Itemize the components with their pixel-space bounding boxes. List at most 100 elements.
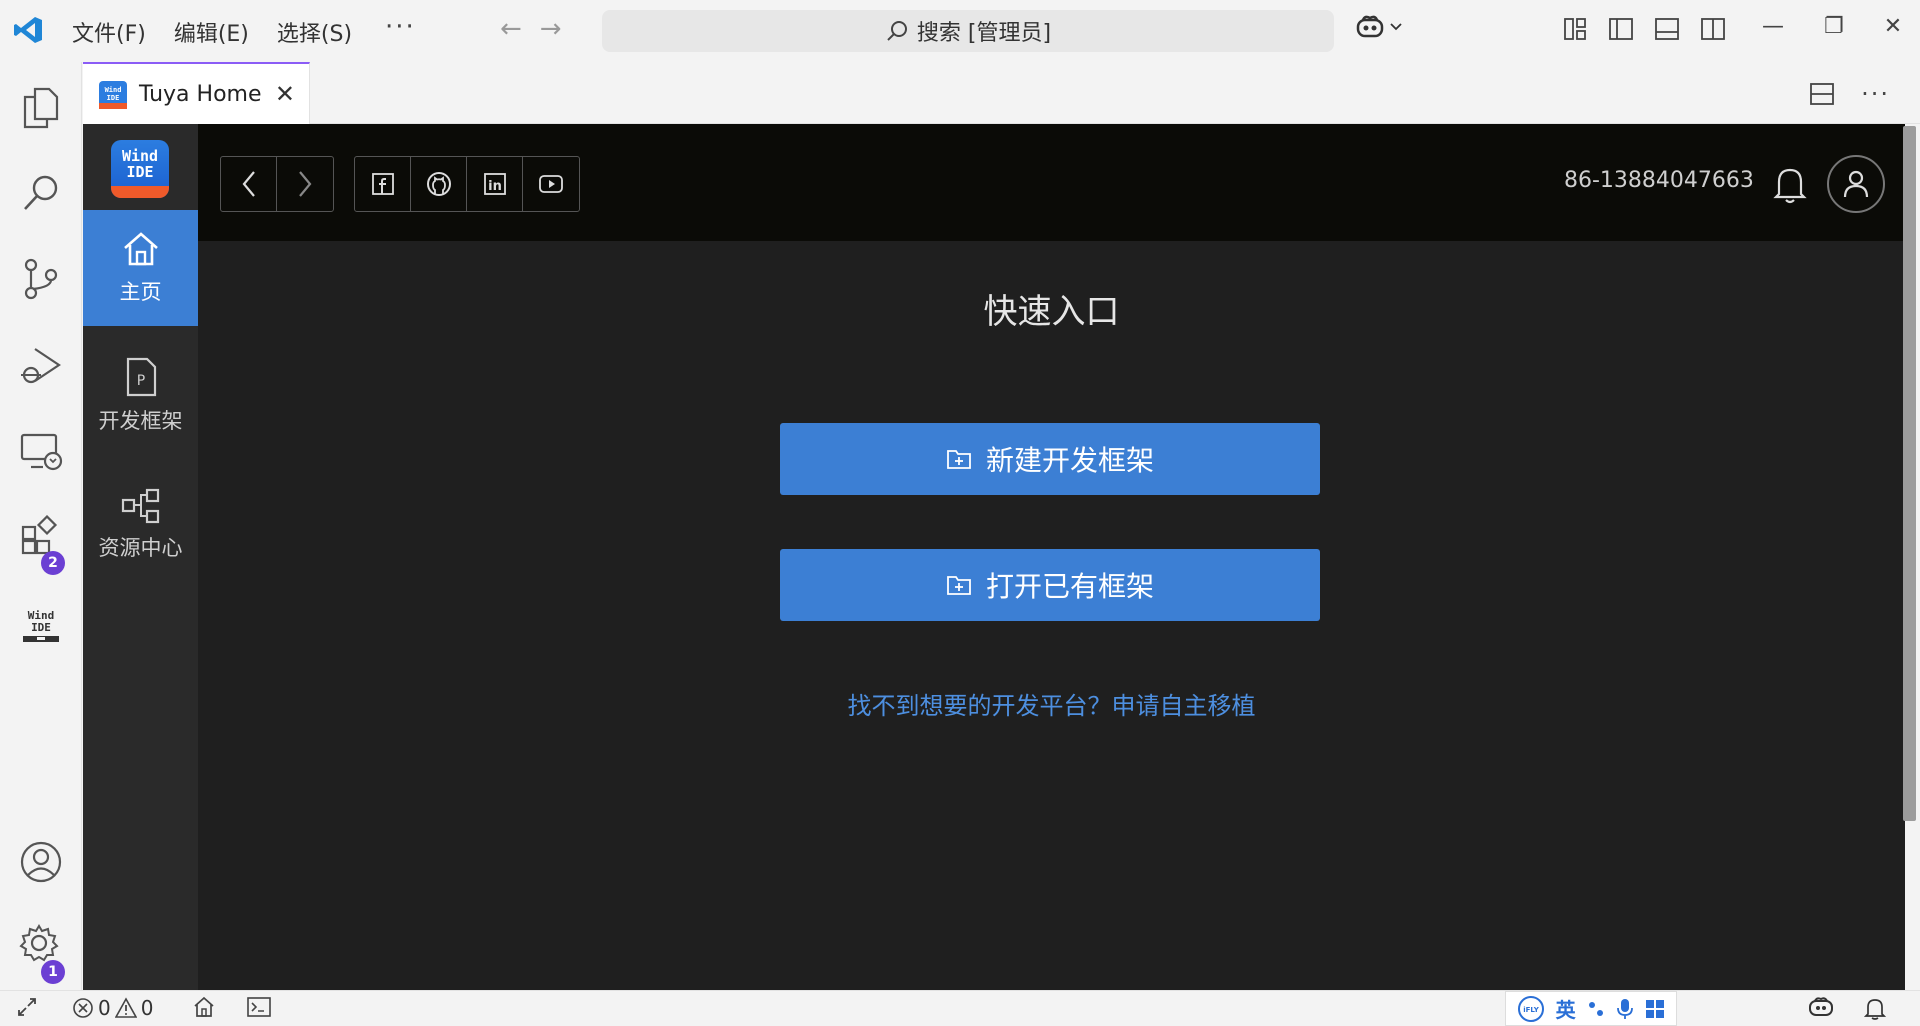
history-nav: ← → [500,14,562,44]
tuya-home-webview: Wind IDE 主页 P 开发框架 资源中心 in 86-13884047663 [83,124,1905,990]
menu-bar: 文件(F) 编辑(E) 选择(S) [72,16,352,48]
search-view-icon[interactable] [0,158,82,228]
webview-header: in 86-13884047663 [198,124,1905,241]
chevron-left-icon [242,171,255,197]
layout-controls [1562,16,1726,42]
accounts-icon[interactable] [0,827,82,897]
notifications-status-button[interactable] [1864,996,1886,1020]
forward-arrow-icon[interactable]: → [540,14,562,44]
copilot-status-button[interactable] [1808,996,1834,1018]
title-bar: 文件(F) 编辑(E) 选择(S) ··· ← → 搜索 [管理员] — ❐ ✕ [0,0,1920,62]
more-actions-icon[interactable]: ··· [1861,80,1890,108]
customize-layout-icon[interactable] [1562,16,1588,42]
youtube-link[interactable] [523,157,579,211]
toggle-primary-sidebar-icon[interactable] [1608,16,1634,42]
sidenav-label-home: 主页 [119,280,162,304]
menu-more-icon[interactable]: ··· [385,12,416,42]
source-control-icon[interactable] [0,244,82,314]
menu-file[interactable]: 文件(F) [72,16,146,48]
new-framework-label: 新建开发框架 [985,444,1154,477]
account-phone: 86-13884047663 [1564,168,1754,193]
linkedin-icon: in [483,173,506,195]
youtube-icon [539,175,563,193]
ime-language[interactable]: 英 [1556,994,1576,1023]
new-framework-button[interactable]: 新建开发框架 [780,423,1320,495]
home-status-button[interactable] [193,996,215,1018]
microphone-icon[interactable] [1616,998,1634,1020]
home-icon [123,232,158,266]
page-back-button[interactable] [221,157,277,211]
facebook-icon [371,173,394,195]
close-tab-icon[interactable]: ✕ [275,80,295,108]
wind-ide-icon[interactable]: Wind IDE [0,590,82,660]
editor-scrollbar-thumb[interactable] [1903,126,1916,821]
minimize-icon[interactable]: — [1762,14,1784,39]
run-debug-icon[interactable] [0,330,82,400]
status-bar: 0 0 iFLY 英 [0,990,1920,1026]
facebook-link[interactable] [355,157,411,211]
chevron-down-icon [1390,23,1402,31]
warning-icon [114,997,137,1018]
vscode-logo-icon[interactable] [12,14,44,46]
search-label: 搜索 [管理员] [916,21,1052,46]
copilot-icon [1809,997,1833,1016]
sidenav-item-framework[interactable]: P 开发框架 [83,338,198,454]
remote-indicator[interactable] [16,996,38,1018]
sidenav-item-resources[interactable]: 资源中心 [83,467,198,583]
svg-text:iFLY: iFLY [1523,1006,1540,1014]
user-avatar[interactable] [1827,155,1885,213]
editor-actions: ··· [1809,80,1890,108]
close-window-icon[interactable]: ✕ [1884,14,1902,39]
copilot-menu[interactable] [1355,14,1403,40]
activity-bar: 2 Wind IDE 1 [0,62,82,990]
sidenav-item-home[interactable]: 主页 [83,210,198,326]
settings-badge: 1 [41,960,65,984]
punctuation-icon[interactable] [1586,999,1606,1019]
page-title: 快速入口 [983,292,1120,332]
search-icon [887,21,907,41]
menu-edit[interactable]: 编辑(E) [174,16,249,48]
home-icon [194,996,214,1017]
svg-text:P: P [136,373,144,389]
command-center-search[interactable]: 搜索 [管理员] [602,10,1334,52]
bell-icon [1864,999,1886,1020]
menu-select[interactable]: 选择(S) [277,16,352,48]
document-p-icon: P [126,357,156,397]
back-arrow-icon[interactable]: ← [500,14,522,44]
sidenav-label-framework: 开发框架 [98,409,183,433]
tab-label: Tuya Home [139,82,262,107]
window-controls: — ❐ ✕ [1762,14,1902,39]
wind-ide-tab-icon: WindIDE [99,80,127,109]
hierarchy-icon [121,488,159,524]
explorer-icon[interactable] [0,72,82,142]
toggle-secondary-sidebar-icon[interactable] [1700,16,1726,42]
folder-plus-icon [947,576,971,595]
toggle-panel-icon[interactable] [1654,16,1680,42]
request-porting-link[interactable]: 找不到想要的开发平台？申请自主移植 [198,686,1905,721]
page-nav-group [220,156,334,212]
ifly-icon[interactable]: iFLY [1517,995,1545,1023]
open-framework-button[interactable]: 打开已有框架 [780,549,1320,621]
notification-bell-icon[interactable] [1773,164,1807,204]
logo-text-ide: IDE [126,163,154,181]
github-link[interactable] [411,157,467,211]
svg-text:Wind: Wind [105,86,122,94]
problems-indicator[interactable]: 0 0 [72,996,153,1020]
extensions-badge: 2 [41,551,65,575]
wind-ide-logo: Wind IDE [111,140,169,198]
tab-tuya-home[interactable]: Wind IDE Tuya Home ✕ [83,62,310,125]
ime-apps-icon[interactable] [1645,999,1665,1019]
error-icon [73,998,93,1018]
user-icon [1843,170,1869,198]
linkedin-link[interactable]: in [467,157,523,211]
restore-icon[interactable]: ❐ [1824,14,1844,39]
split-editor-icon[interactable] [1809,81,1835,107]
github-icon [426,172,451,196]
page-forward-button[interactable] [277,157,333,211]
sidenav-label-resources: 资源中心 [98,536,183,560]
remote-explorer-icon[interactable] [0,416,82,486]
side-navigation: Wind IDE 主页 P 开发框架 资源中心 [83,124,198,990]
terminal-icon [247,997,271,1017]
open-framework-label: 打开已有框架 [985,570,1154,603]
terminal-status-button[interactable] [247,996,271,1018]
